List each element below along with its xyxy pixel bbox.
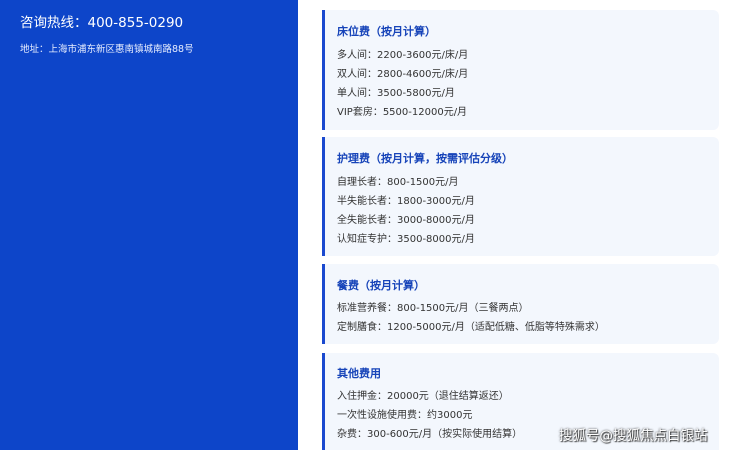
fee-line: 杂费：300-600元/月（按实际使用结算） bbox=[337, 429, 523, 440]
fee-line: 半失能长者：1800-3000元/月 bbox=[337, 196, 475, 207]
fee-line: 入住押金：20000元（退住结算返还） bbox=[337, 391, 509, 402]
fee-line: 标准营养餐：800-1500元/月（三餐两点） bbox=[337, 303, 529, 314]
address-text: 地址：上海市浦东新区惠南镇城南路88号 bbox=[20, 44, 194, 55]
fee-line: 认知症专护：3500-8000元/月 bbox=[337, 234, 475, 245]
hotline-text: 咨询热线：400-855-0290 bbox=[20, 15, 184, 31]
fee-line: VIP套房：5500-12000元/月 bbox=[337, 107, 468, 118]
fee-line: 双人间：2800-4600元/床/月 bbox=[337, 69, 469, 80]
fee-card-nursing: 护理费（按月计算，按需评估分级） 自理长者：800-1500元/月 半失能长者：… bbox=[322, 137, 719, 256]
fee-line: 自理长者：800-1500元/月 bbox=[337, 177, 459, 188]
fee-card-bed: 床位费（按月计算） 多人间：2200-3600元/床/月 双人间：2800-46… bbox=[322, 10, 719, 130]
contact-panel: 咨询热线：400-855-0290 地址：上海市浦东新区惠南镇城南路88号 bbox=[0, 0, 298, 450]
fee-line: 多人间：2200-3600元/床/月 bbox=[337, 50, 469, 61]
fee-card-title: 餐费（按月计算） bbox=[337, 279, 425, 292]
fee-line: 单人间：3500-5800元/月 bbox=[337, 88, 455, 99]
fee-line: 全失能长者：3000-8000元/月 bbox=[337, 215, 475, 226]
fee-line: 定制膳食：1200-5000元/月（适配低糖、低脂等特殊需求） bbox=[337, 322, 605, 333]
fee-list-panel: 床位费（按月计算） 多人间：2200-3600元/床/月 双人间：2800-46… bbox=[298, 0, 740, 450]
fee-card-title: 护理费（按月计算，按需评估分级） bbox=[337, 152, 513, 165]
source-watermark: 搜狐号@搜狐焦点白银站 bbox=[559, 428, 708, 444]
fee-card-title: 其他费用 bbox=[337, 367, 381, 380]
fee-line: 一次性设施使用费：约3000元 bbox=[337, 410, 473, 421]
fee-card-meals: 餐费（按月计算） 标准营养餐：800-1500元/月（三餐两点） 定制膳食：12… bbox=[322, 264, 719, 344]
fee-card-title: 床位费（按月计算） bbox=[337, 25, 436, 38]
